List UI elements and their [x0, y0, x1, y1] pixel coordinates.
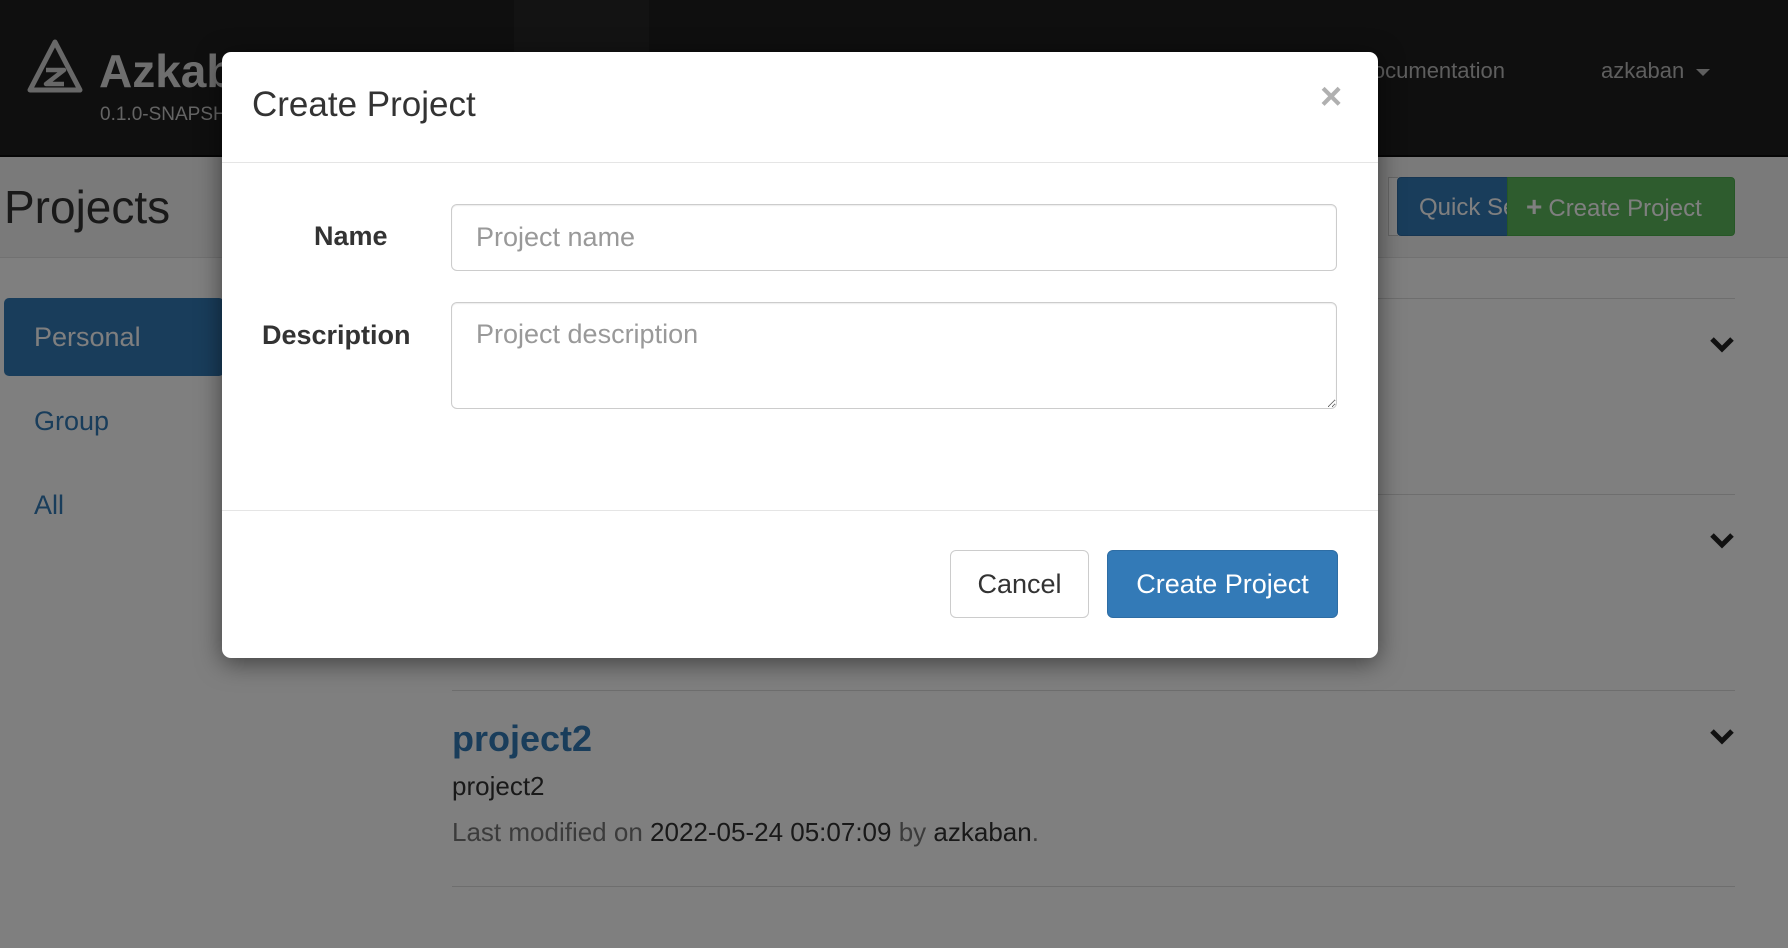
cancel-button[interactable]: Cancel [950, 550, 1089, 618]
modal-header-divider [222, 162, 1378, 163]
close-icon[interactable]: × [1320, 78, 1342, 116]
create-project-modal: Create Project × Name Description Cancel… [222, 52, 1378, 658]
project-name-input[interactable] [451, 204, 1337, 271]
modal-footer-divider [222, 510, 1378, 511]
project-description-textarea[interactable] [451, 302, 1337, 409]
modal-title: Create Project [252, 85, 476, 124]
create-project-button[interactable]: Create Project [1107, 550, 1338, 618]
name-label: Name [314, 221, 388, 251]
description-label: Description [262, 320, 411, 350]
